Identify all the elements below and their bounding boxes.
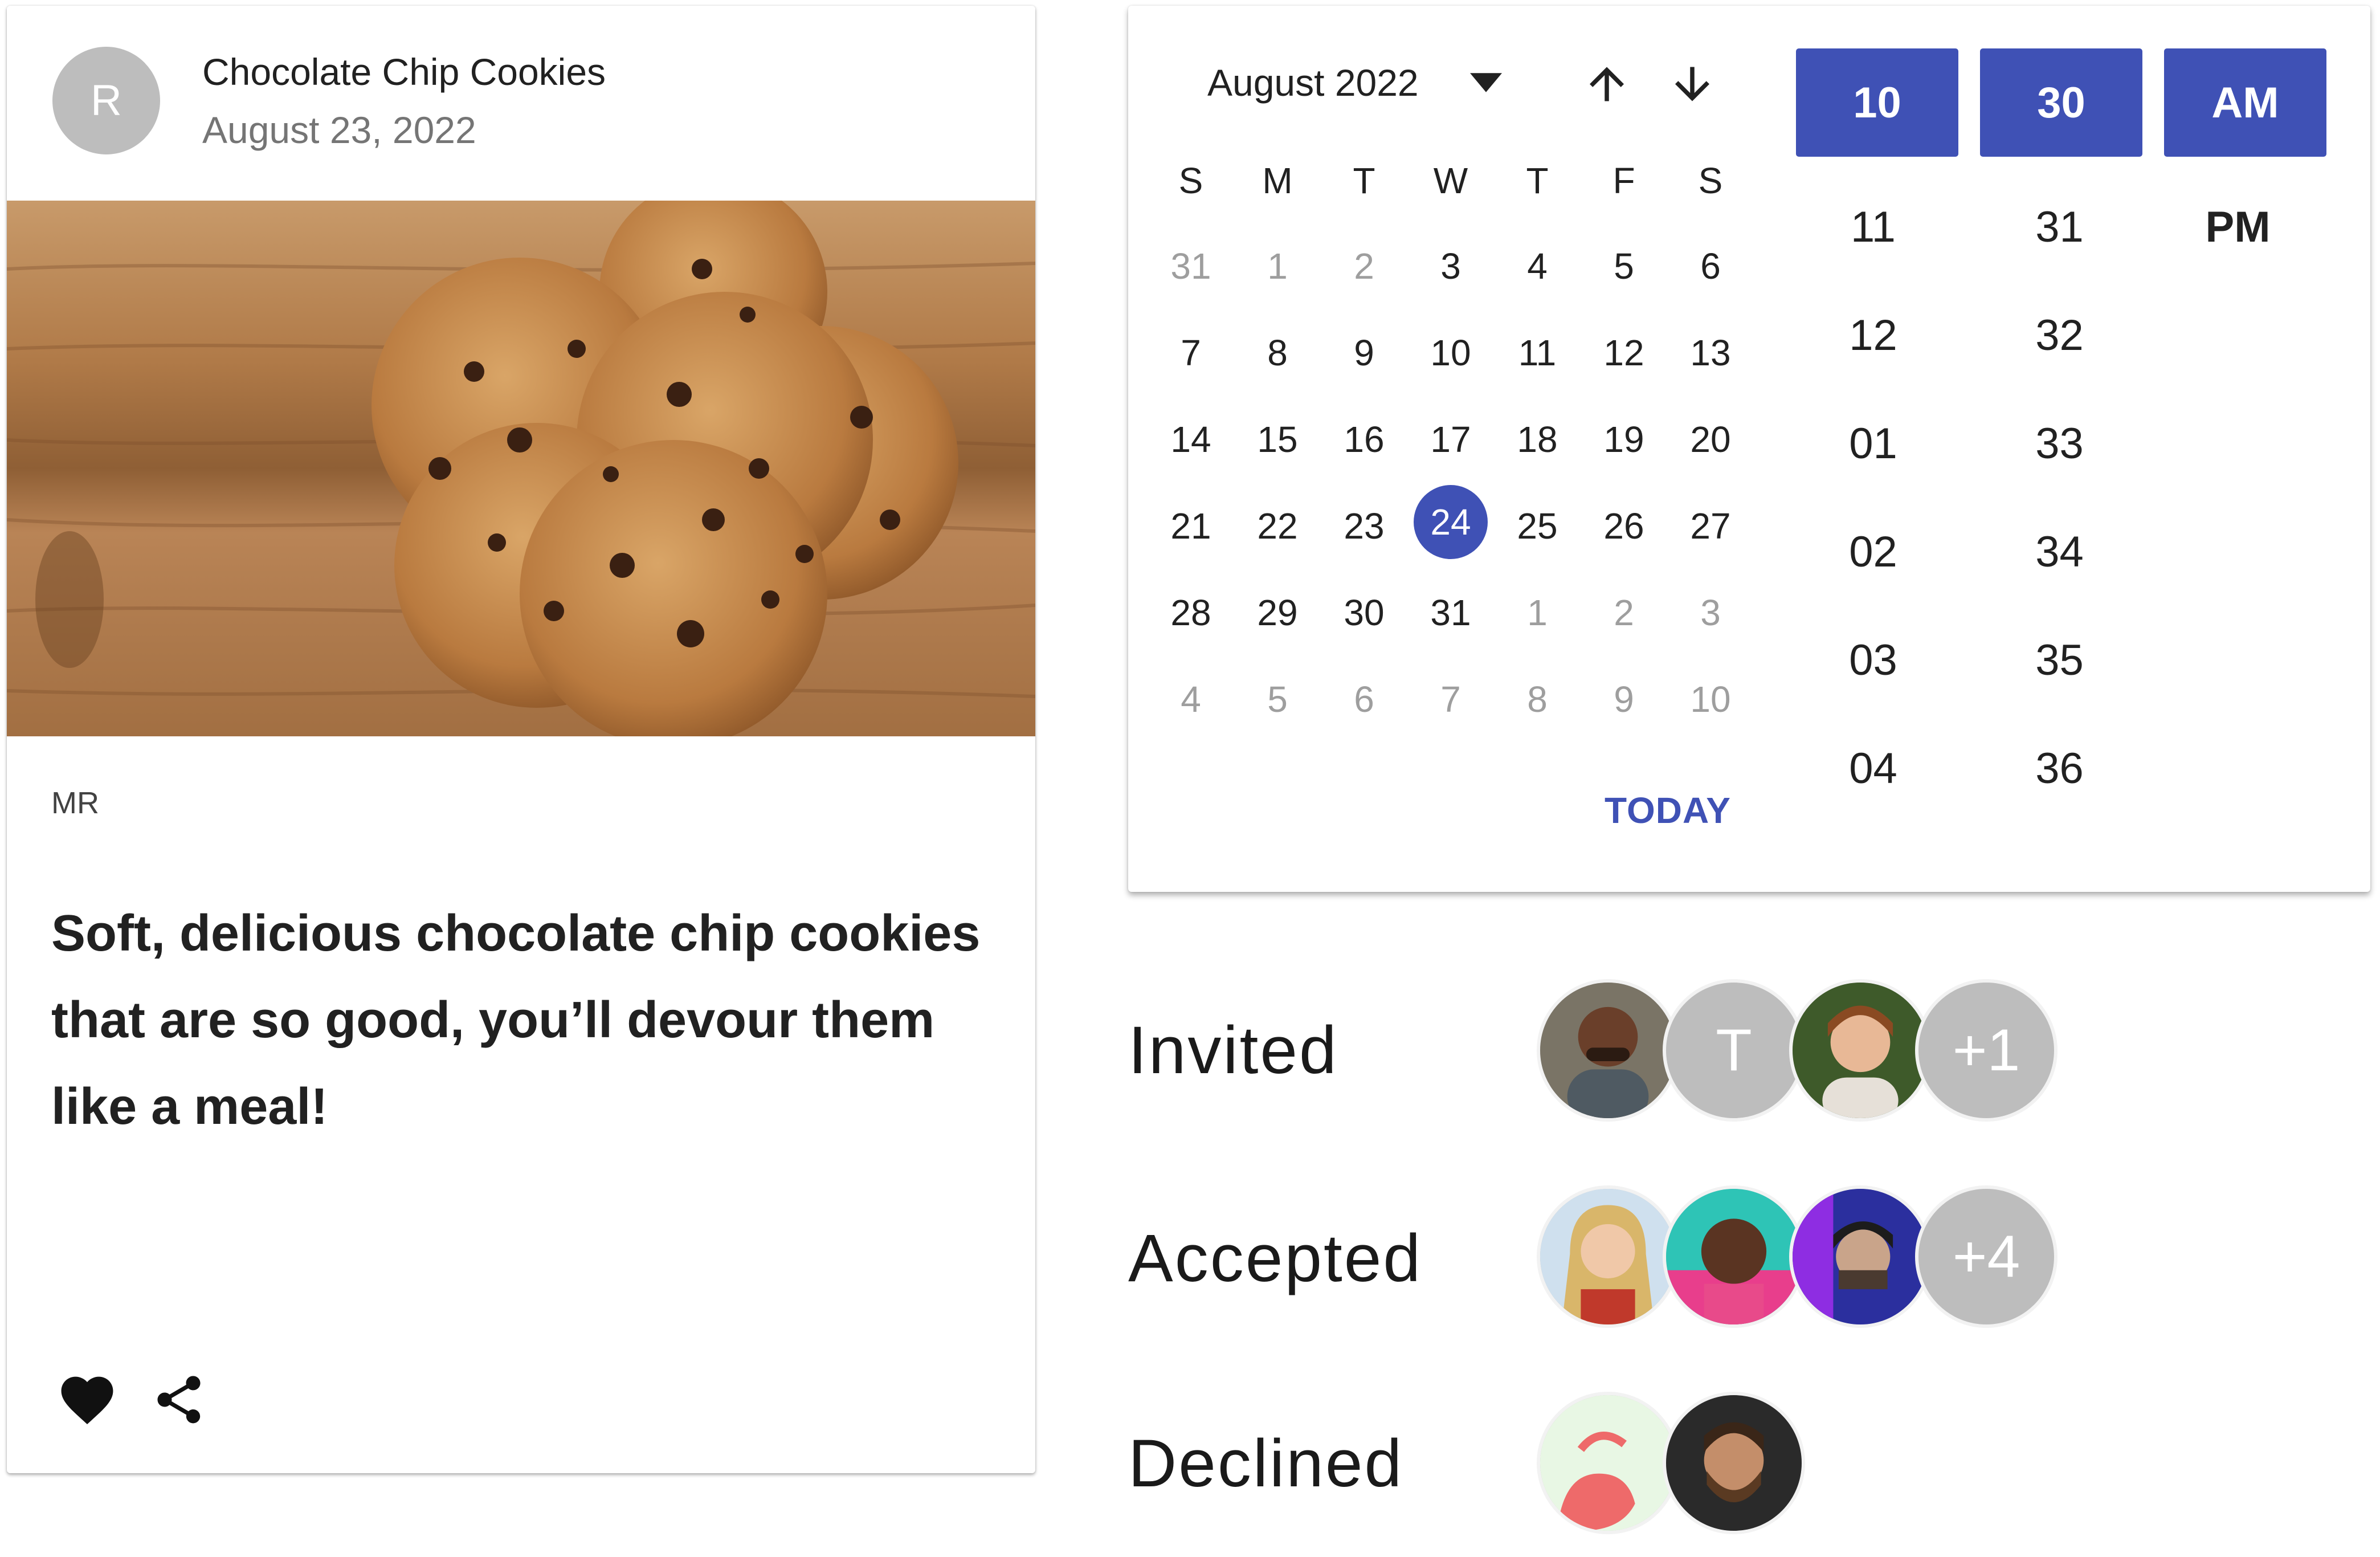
selected-period[interactable]: AM bbox=[2164, 48, 2326, 157]
minute-option[interactable]: 32 bbox=[1978, 311, 2141, 360]
arrow-up-icon[interactable] bbox=[1581, 57, 1632, 111]
day-cell[interactable]: 9 bbox=[1327, 332, 1401, 374]
declined-label: Declined bbox=[1128, 1426, 1404, 1501]
minute-option[interactable]: 36 bbox=[1978, 744, 2141, 793]
day-cell[interactable]: 1 bbox=[1240, 245, 1314, 287]
day-cell[interactable]: 14 bbox=[1154, 418, 1228, 460]
day-cell[interactable]: 29 bbox=[1240, 592, 1314, 634]
invited-label: Invited bbox=[1128, 1013, 1338, 1088]
weekday-label: S bbox=[1698, 160, 1723, 201]
day-cell[interactable]: 8 bbox=[1500, 678, 1574, 720]
day-cell[interactable]: 5 bbox=[1587, 245, 1661, 287]
selected-hour[interactable]: 10 bbox=[1796, 48, 1958, 157]
cookies-image bbox=[7, 201, 1035, 736]
accepted-avatar-3[interactable] bbox=[1789, 1185, 1932, 1328]
accepted-label: Accepted bbox=[1128, 1221, 1422, 1296]
hour-option[interactable]: 11 bbox=[1792, 202, 1954, 252]
card-initials: MR bbox=[51, 786, 99, 820]
day-cell[interactable]: 26 bbox=[1587, 505, 1661, 547]
accepted-avatar-2[interactable] bbox=[1663, 1185, 1805, 1328]
day-cell[interactable]: 6 bbox=[1673, 245, 1748, 287]
day-cell[interactable]: 27 bbox=[1673, 505, 1748, 547]
hour-option[interactable]: 01 bbox=[1792, 419, 1954, 468]
minute-option[interactable]: 33 bbox=[1978, 419, 2141, 468]
today-button[interactable]: TODAY bbox=[1605, 789, 1731, 832]
hour-option[interactable]: 04 bbox=[1792, 744, 1954, 793]
accepted-more-count[interactable]: +4 bbox=[1915, 1185, 2058, 1328]
day-cell[interactable]: 21 bbox=[1154, 505, 1228, 547]
day-cell[interactable]: 10 bbox=[1673, 678, 1748, 720]
minute-option[interactable]: 34 bbox=[1978, 527, 2141, 577]
accepted-avatar-1[interactable] bbox=[1537, 1185, 1679, 1328]
invited-avatar-2[interactable] bbox=[1789, 979, 1932, 1122]
day-cell[interactable]: 15 bbox=[1240, 418, 1314, 460]
day-cell[interactable]: 9 bbox=[1587, 678, 1661, 720]
day-cell[interactable]: 12 bbox=[1587, 332, 1661, 374]
day-cell[interactable]: 11 bbox=[1500, 332, 1574, 374]
day-cell[interactable]: 31 bbox=[1154, 245, 1228, 287]
hour-option[interactable]: 03 bbox=[1792, 635, 1954, 685]
day-cell[interactable]: 3 bbox=[1414, 245, 1488, 287]
day-cell[interactable]: 19 bbox=[1587, 418, 1661, 460]
weekday-label: T bbox=[1526, 160, 1549, 201]
selected-day[interactable]: 24 bbox=[1414, 485, 1488, 559]
minute-option[interactable]: 35 bbox=[1978, 635, 2141, 685]
day-cell[interactable]: 4 bbox=[1154, 678, 1228, 720]
day-cell[interactable]: 23 bbox=[1327, 505, 1401, 547]
day-cell[interactable]: 25 bbox=[1500, 505, 1574, 547]
weekday-label: T bbox=[1353, 160, 1375, 201]
datetime-picker: August 2022 SMTWTFS 31 1 2 3 4 5 6 7 8 9 10 11 12 13 1… bbox=[1128, 6, 2370, 892]
day-cell[interactable]: 1 bbox=[1500, 592, 1574, 634]
day-cell[interactable]: 28 bbox=[1154, 592, 1228, 634]
hour-option[interactable]: 12 bbox=[1792, 311, 1954, 360]
declined-avatar-2[interactable] bbox=[1663, 1392, 1805, 1534]
day-cell[interactable]: 6 bbox=[1327, 678, 1401, 720]
day-cell[interactable]: 7 bbox=[1414, 678, 1488, 720]
weekday-label: M bbox=[1262, 160, 1293, 201]
weekday-label: F bbox=[1612, 160, 1635, 201]
weekday-label: W bbox=[1433, 160, 1468, 201]
day-cell[interactable]: 17 bbox=[1414, 418, 1488, 460]
invited-avatar-letter[interactable]: T bbox=[1663, 979, 1805, 1122]
author-avatar: R bbox=[52, 47, 160, 154]
selected-minute[interactable]: 30 bbox=[1980, 48, 2142, 157]
day-cell[interactable]: 5 bbox=[1240, 678, 1314, 720]
day-cell[interactable]: 20 bbox=[1673, 418, 1748, 460]
heart-icon[interactable] bbox=[56, 1369, 119, 1426]
day-cell[interactable]: 16 bbox=[1327, 418, 1401, 460]
share-icon[interactable] bbox=[150, 1371, 207, 1428]
day-cell[interactable]: 18 bbox=[1500, 418, 1574, 460]
declined-avatar-1[interactable] bbox=[1537, 1392, 1679, 1534]
card-description: Soft, delicious chocolate chip cookies t… bbox=[51, 905, 981, 1135]
hour-option[interactable]: 02 bbox=[1792, 527, 1954, 577]
minute-option[interactable]: 31 bbox=[1978, 202, 2141, 252]
day-cell[interactable]: 4 bbox=[1500, 245, 1574, 287]
invited-avatar-1[interactable] bbox=[1537, 979, 1679, 1122]
day-cell[interactable]: 22 bbox=[1240, 505, 1314, 547]
weekday-label: S bbox=[1178, 160, 1203, 201]
day-cell[interactable]: 10 bbox=[1414, 332, 1488, 374]
day-cell[interactable]: 2 bbox=[1587, 592, 1661, 634]
recipe-card[interactable]: R Chocolate Chip Cookies August 23, 2022 bbox=[7, 6, 1035, 1473]
day-cell[interactable]: 31 bbox=[1414, 592, 1488, 634]
month-label: August 2022 bbox=[1207, 62, 1419, 104]
day-cell[interactable]: 30 bbox=[1327, 592, 1401, 634]
period-option[interactable]: PM bbox=[2157, 202, 2319, 252]
invited-more-count[interactable]: +1 bbox=[1915, 979, 2058, 1122]
day-cell[interactable]: 7 bbox=[1154, 332, 1228, 374]
card-date: August 23, 2022 bbox=[202, 109, 476, 151]
day-cell[interactable]: 8 bbox=[1240, 332, 1314, 374]
day-cell[interactable]: 13 bbox=[1673, 332, 1748, 374]
chevron-down-icon[interactable] bbox=[1470, 71, 1502, 94]
arrow-down-icon[interactable] bbox=[1667, 57, 1718, 111]
day-cell[interactable]: 3 bbox=[1673, 592, 1748, 634]
day-cell[interactable]: 2 bbox=[1327, 245, 1401, 287]
card-title: Chocolate Chip Cookies bbox=[202, 51, 606, 93]
